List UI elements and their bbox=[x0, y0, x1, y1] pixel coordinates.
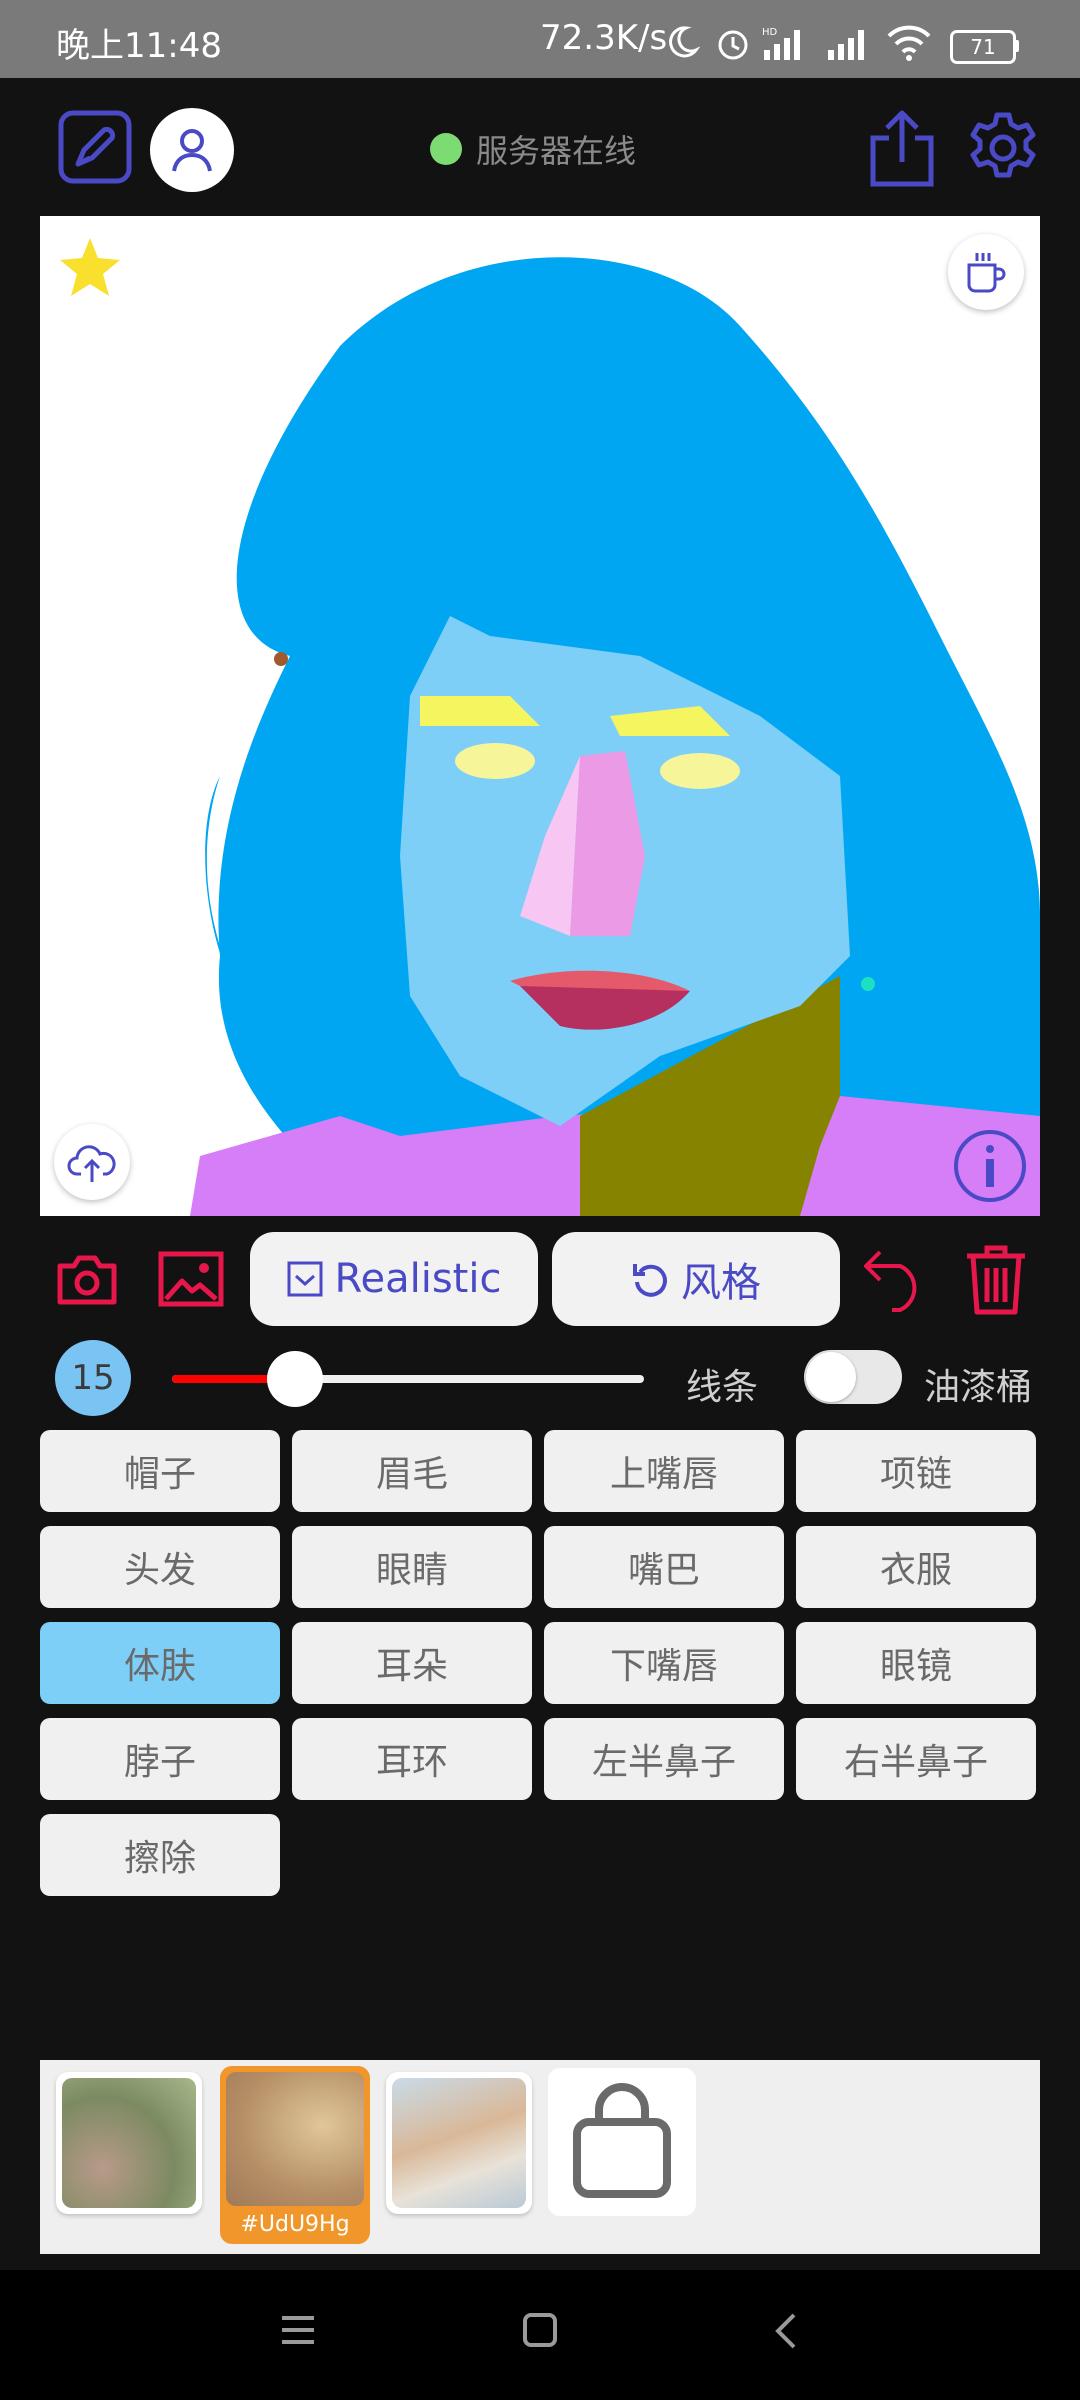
coffee-button[interactable] bbox=[948, 234, 1024, 310]
info-icon bbox=[954, 1130, 1026, 1202]
segment-label-button[interactable]: 项链 bbox=[796, 1430, 1036, 1512]
battery-level: 71 bbox=[970, 35, 996, 59]
style-button[interactable]: 风格 bbox=[552, 1232, 840, 1326]
segment-label-button[interactable]: 上嘴唇 bbox=[544, 1430, 784, 1512]
segment-label-button[interactable]: 擦除 bbox=[40, 1814, 280, 1896]
user-button[interactable] bbox=[150, 108, 234, 192]
battery-tip bbox=[1014, 40, 1019, 52]
coffee-cup-icon bbox=[967, 253, 1006, 293]
camera-button[interactable] bbox=[54, 1248, 120, 1310]
info-button[interactable] bbox=[952, 1128, 1028, 1204]
cloud-upload-icon bbox=[67, 1145, 116, 1182]
brush-size-value: 15 bbox=[71, 1358, 115, 1398]
camera-icon bbox=[57, 1255, 117, 1305]
texture-image bbox=[226, 2072, 364, 2206]
signal-icon bbox=[828, 30, 864, 60]
network-speed: 72.3K/s bbox=[540, 18, 668, 58]
gear-icon bbox=[970, 112, 1036, 178]
share-button[interactable] bbox=[866, 108, 938, 188]
line-mode-label: 线条 bbox=[686, 1367, 759, 1408]
check-box-icon bbox=[287, 1261, 322, 1297]
user-icon bbox=[172, 129, 212, 172]
server-status-text: 服务器在线 bbox=[476, 132, 637, 170]
back-icon[interactable] bbox=[774, 2312, 798, 2350]
star-icon[interactable] bbox=[58, 236, 122, 300]
segment-label-button[interactable]: 衣服 bbox=[796, 1526, 1036, 1608]
moon-icon bbox=[669, 26, 700, 58]
trash-icon bbox=[967, 1245, 1025, 1315]
alarm-icon bbox=[718, 30, 748, 60]
delete-button[interactable] bbox=[960, 1242, 1032, 1316]
segment-label-button[interactable]: 左半鼻子 bbox=[544, 1718, 784, 1800]
share-icon bbox=[870, 110, 934, 187]
segment-label-button[interactable]: 体肤 bbox=[40, 1622, 280, 1704]
texture-thumb[interactable] bbox=[56, 2072, 202, 2214]
status-dot bbox=[430, 133, 462, 165]
shop-button[interactable] bbox=[548, 2068, 696, 2216]
texture-thumb[interactable] bbox=[386, 2072, 532, 2214]
paint-bucket-label: 油漆桶 bbox=[924, 1367, 1033, 1408]
brush-size-slider-thumb[interactable] bbox=[267, 1351, 323, 1407]
texture-tag: #UdU9Hg bbox=[240, 2212, 350, 2237]
segment-label-button[interactable]: 帽子 bbox=[40, 1430, 280, 1512]
segment-label-button[interactable]: 右半鼻子 bbox=[796, 1718, 1036, 1800]
navigation-bar bbox=[0, 2270, 1080, 2400]
realistic-button[interactable]: Realistic bbox=[250, 1232, 538, 1326]
settings-button[interactable] bbox=[964, 108, 1042, 188]
gallery-button[interactable] bbox=[156, 1248, 226, 1310]
rotate-icon bbox=[633, 1264, 667, 1297]
brush-size-badge: 15 bbox=[55, 1340, 131, 1416]
status-bar: 晚上11:48 72.3K/s HD 71 bbox=[0, 0, 1080, 78]
hd-signal-icon: HD bbox=[762, 27, 800, 60]
server-status: 服务器在线 bbox=[430, 126, 636, 172]
segment-label-button[interactable]: 眉毛 bbox=[292, 1430, 532, 1512]
pen-edit-icon bbox=[58, 110, 132, 184]
style-label: 风格 bbox=[681, 1260, 761, 1306]
toggle-knob bbox=[806, 1352, 856, 1402]
segment-label-button[interactable]: 下嘴唇 bbox=[544, 1622, 784, 1704]
segment-label-button[interactable]: 脖子 bbox=[40, 1718, 280, 1800]
texture-image bbox=[392, 2078, 526, 2208]
segment-label-button[interactable]: 头发 bbox=[40, 1526, 280, 1608]
drawing-canvas[interactable] bbox=[40, 216, 1040, 1216]
segment-label-button[interactable]: 眼睛 bbox=[292, 1526, 532, 1608]
battery-icon: 71 bbox=[950, 30, 1016, 64]
status-time: 晚上11:48 bbox=[56, 26, 222, 66]
segment-label-button[interactable]: 耳朵 bbox=[292, 1622, 532, 1704]
home-square-icon[interactable] bbox=[522, 2312, 558, 2348]
segment-label-button[interactable]: 眼镜 bbox=[796, 1622, 1036, 1704]
image-icon bbox=[158, 1251, 224, 1307]
segment-label-button[interactable]: 嘴巴 bbox=[544, 1526, 784, 1608]
upload-button[interactable] bbox=[54, 1124, 130, 1200]
texture-palette: #UdU9Hg bbox=[40, 2060, 1040, 2254]
segment-label-button[interactable]: 耳环 bbox=[292, 1718, 532, 1800]
shopping-bag-icon bbox=[573, 2083, 671, 2198]
wifi-icon bbox=[887, 25, 931, 61]
svg-text:HD: HD bbox=[762, 27, 778, 38]
realistic-label: Realistic bbox=[334, 1256, 502, 1302]
menu-icon[interactable] bbox=[280, 2314, 316, 2346]
paint-bucket-toggle[interactable] bbox=[804, 1350, 902, 1404]
undo-icon bbox=[864, 1250, 917, 1312]
texture-thumb-selected[interactable]: #UdU9Hg bbox=[220, 2066, 370, 2244]
edit-mode-button[interactable] bbox=[58, 110, 132, 184]
undo-button[interactable] bbox=[862, 1242, 932, 1316]
segmentation-drawing bbox=[190, 257, 1040, 1216]
texture-image bbox=[62, 2078, 196, 2208]
